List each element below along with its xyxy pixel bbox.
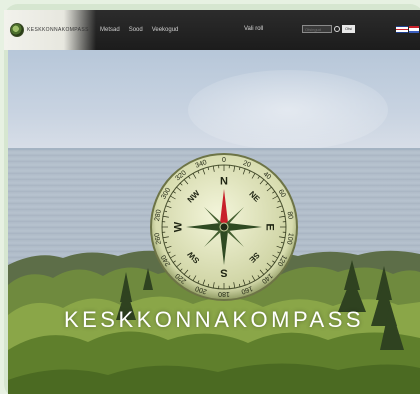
nav-item-veekogud[interactable]: Veekogud bbox=[152, 27, 179, 33]
compass-cardinal-label: W bbox=[173, 221, 185, 232]
compass-degree-label: 80 bbox=[285, 211, 293, 220]
compass-cardinal-label: N bbox=[220, 176, 228, 188]
compass-icon: 0 204060801001201401601802002202402602803… bbox=[150, 153, 298, 301]
brand-name: KESKKONNAKOMPASS bbox=[27, 27, 89, 33]
compass-degree-label: 180 bbox=[218, 290, 230, 297]
top-navigation-bar: KESKKONNAKOMPASS Metsad Sood Veekogud Va… bbox=[4, 10, 420, 50]
search-form: Otsi bbox=[302, 25, 356, 33]
nav-item-sood[interactable]: Sood bbox=[129, 27, 143, 33]
compass-logo-icon bbox=[10, 23, 24, 37]
compass-cardinal-label: S bbox=[220, 267, 227, 279]
brand-logo-link[interactable]: KESKKONNAKOMPASS bbox=[4, 10, 96, 50]
compass-graphic: 0 20 40 60 80 100 120 140 160 180 200 220 240 260 280 3… bbox=[149, 152, 299, 302]
hero-title: KESKKONNAKOMPASS bbox=[63, 307, 365, 332]
search-button[interactable]: Otsi bbox=[342, 25, 356, 33]
uk-flag-icon[interactable] bbox=[396, 26, 408, 34]
hero-banner: 0 20 40 60 80 100 120 140 160 180 200 220 240 260 280 3… bbox=[8, 50, 420, 394]
search-icon bbox=[334, 26, 340, 32]
nav-item-metsad[interactable]: Metsad bbox=[100, 27, 120, 33]
compass-degree-label: 0 bbox=[222, 157, 226, 164]
search-input[interactable] bbox=[302, 25, 332, 33]
choose-role-link[interactable]: Vali roll bbox=[244, 26, 263, 32]
compass-cardinal-label: E bbox=[264, 223, 276, 230]
main-nav: Metsad Sood Veekogud bbox=[100, 27, 187, 33]
estonia-flag-icon[interactable] bbox=[409, 26, 419, 33]
